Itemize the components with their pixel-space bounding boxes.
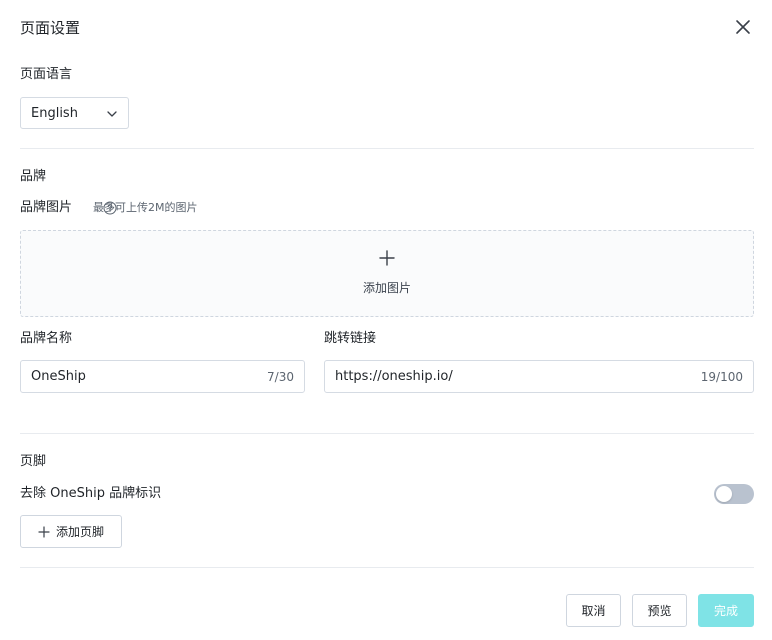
brand-name-count: 7/30 — [267, 369, 294, 384]
plus-icon — [38, 525, 50, 538]
brand-name-label: 品牌名称 — [20, 331, 73, 346]
link-label: 跳转链接 — [324, 331, 377, 346]
brand-section-title: 品牌 — [20, 169, 47, 184]
brand-image-label: 品牌图片 — [20, 200, 73, 215]
link-value: https://oneship.io/ — [335, 369, 453, 384]
language-select[interactable]: English — [20, 97, 129, 129]
image-upload-area[interactable]: 添加图片 — [20, 230, 754, 317]
dialog-title: 页面设置 — [20, 19, 81, 37]
upload-label: 添加图片 — [362, 281, 411, 295]
brand-name-input[interactable]: OneShip 7/30 — [20, 360, 305, 393]
divider — [20, 567, 754, 568]
cancel-button[interactable]: 取消 — [566, 594, 621, 627]
done-button[interactable]: 完成 — [698, 594, 754, 627]
link-count: 19/100 — [700, 369, 743, 384]
brand-image-hint: 最多可上传2M的图片 — [93, 201, 198, 214]
close-icon[interactable] — [734, 18, 752, 36]
divider — [20, 148, 754, 149]
chevron-down-icon — [107, 111, 117, 117]
preview-button[interactable]: 预览 — [632, 594, 687, 627]
remove-brand-toggle[interactable] — [714, 484, 754, 504]
toggle-knob — [716, 486, 732, 502]
remove-brand-label: 去除 OneShip 品牌标识 — [20, 486, 162, 501]
link-input[interactable]: https://oneship.io/ 19/100 — [324, 360, 754, 393]
plus-icon — [379, 250, 395, 266]
divider — [20, 433, 754, 434]
add-footer-button[interactable]: 添加页脚 — [20, 515, 122, 548]
language-select-value: English — [31, 105, 78, 121]
brand-name-value: OneShip — [31, 369, 86, 384]
footer-section-title: 页脚 — [20, 454, 47, 469]
language-label: 页面语言 — [20, 67, 73, 82]
add-footer-label: 添加页脚 — [55, 525, 104, 539]
